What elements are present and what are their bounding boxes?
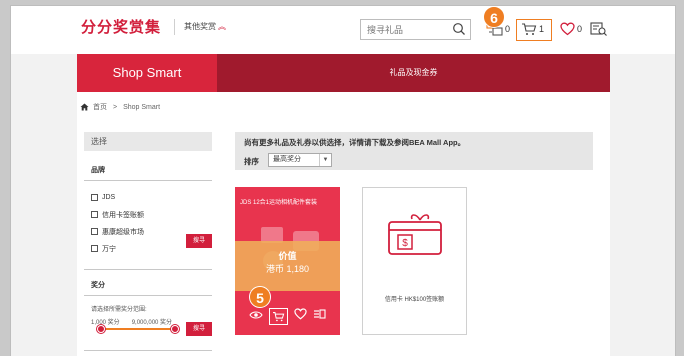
points-hint: 请选择所需奖分范围:: [91, 307, 147, 313]
tab-shop-smart[interactable]: Shop Smart: [77, 54, 217, 92]
search-icon[interactable]: [452, 22, 466, 41]
breadcrumb-separator: >: [113, 103, 118, 111]
brand-label: 惠康超级市场: [102, 228, 144, 236]
checkbox[interactable]: [91, 245, 98, 252]
points-search-button[interactable]: 搜寻: [186, 322, 212, 336]
cart-icon: [522, 23, 537, 35]
callout-marker: 5: [249, 286, 271, 308]
divider: [84, 350, 212, 351]
sort-value: 最高奖分: [273, 156, 301, 163]
results-toolbar: 尚有更多礼品及礼券以供选择，详情请下载及参阅BEA Mall App。 排序 最…: [235, 132, 593, 170]
brand-option-credit-card[interactable]: 信用卡签账额: [84, 206, 212, 223]
other-rewards-menu[interactable]: 其他奖赏 ︽: [184, 21, 226, 32]
checkbox[interactable]: [91, 194, 98, 201]
search-box: [360, 19, 471, 40]
add-to-cart-button[interactable]: [269, 307, 288, 325]
slider-track: [100, 328, 176, 330]
points-filter-title: 奖分: [91, 282, 105, 289]
cart-count: 1: [539, 24, 545, 34]
price-label: 价值: [278, 251, 297, 261]
checkbox[interactable]: [91, 228, 98, 235]
site-logo[interactable]: 分分奖赏集: [81, 16, 161, 37]
wishlist-count: 0: [577, 24, 583, 34]
callout-marker: 6: [483, 6, 505, 28]
chevron-down-icon: ▼: [319, 154, 331, 166]
breadcrumb: 首页 > Shop Smart: [80, 102, 160, 112]
nav-edge-right: [610, 54, 675, 96]
price-value: 港币 1,180: [265, 264, 310, 274]
history-search-icon: [590, 22, 607, 36]
top-bar: 分分奖赏集 其他奖赏︽ 0 1 0: [11, 6, 675, 46]
cart-icon: [273, 311, 285, 321]
slider-handle-max[interactable]: [171, 325, 179, 333]
tab-gifts-vouchers[interactable]: 礼品及现金券: [217, 54, 610, 92]
nav-edge-left: [11, 54, 77, 96]
filter-sidebar: 选择 品牌 JDS 信用卡签账额 惠康超级市场 万宁 奖分 请选择所需奖分范围:…: [84, 132, 212, 326]
checkbox[interactable]: [91, 211, 98, 218]
sidebar-header: 选择: [84, 132, 212, 151]
product-title: JDS 12合1运动相机配件套装: [240, 200, 318, 206]
gift-card-icon: $: [388, 214, 442, 255]
points-range-slider[interactable]: [97, 325, 179, 333]
heart-icon[interactable]: [294, 307, 307, 325]
breadcrumb-home[interactable]: 首页: [93, 102, 107, 112]
chevron-up-icon: ︽: [218, 22, 226, 31]
wishlist-button[interactable]: 0: [560, 20, 582, 38]
brand-label: 信用卡签账额: [102, 211, 144, 219]
breadcrumb-current: Shop Smart: [123, 103, 161, 111]
brand-option-jds[interactable]: JDS: [84, 189, 212, 206]
product-title: 信用卡 HK$100签账额: [384, 297, 445, 303]
home-icon[interactable]: [80, 103, 89, 111]
app-notice: 尚有更多礼品及礼券以供选择，详情请下载及参阅BEA Mall App。: [244, 138, 466, 147]
slider-handle-min[interactable]: [97, 325, 105, 333]
logo-divider: [174, 19, 175, 35]
redemption-history-button[interactable]: [590, 20, 608, 38]
sort-label: 排序: [244, 157, 259, 166]
search-input[interactable]: [367, 23, 447, 37]
brand-search-button[interactable]: 搜寻: [186, 234, 212, 248]
product-actions: [249, 307, 326, 325]
sort-select[interactable]: 最高奖分 ▼: [268, 153, 332, 167]
product-card-credit[interactable]: $ 信用卡 HK$100签账额: [362, 187, 467, 335]
brand-label: JDS: [102, 194, 116, 201]
brand-label: 万宁: [102, 245, 116, 253]
compare-icon[interactable]: [313, 307, 326, 325]
main-nav: Shop Smart 礼品及现金券: [11, 54, 675, 96]
product-card-jds[interactable]: JDS 12合1运动相机配件套装 价值 港币 1,180: [235, 187, 340, 335]
divider: [84, 295, 212, 296]
header-cart-button[interactable]: 1: [521, 20, 544, 38]
brand-filter-title: 品牌: [91, 167, 105, 174]
eye-icon[interactable]: [249, 307, 263, 325]
compare-count: 0: [505, 24, 511, 34]
heart-icon: [560, 22, 575, 36]
svg-text:$: $: [402, 238, 408, 249]
divider: [84, 269, 212, 270]
other-rewards-label: 其他奖赏: [184, 22, 216, 31]
